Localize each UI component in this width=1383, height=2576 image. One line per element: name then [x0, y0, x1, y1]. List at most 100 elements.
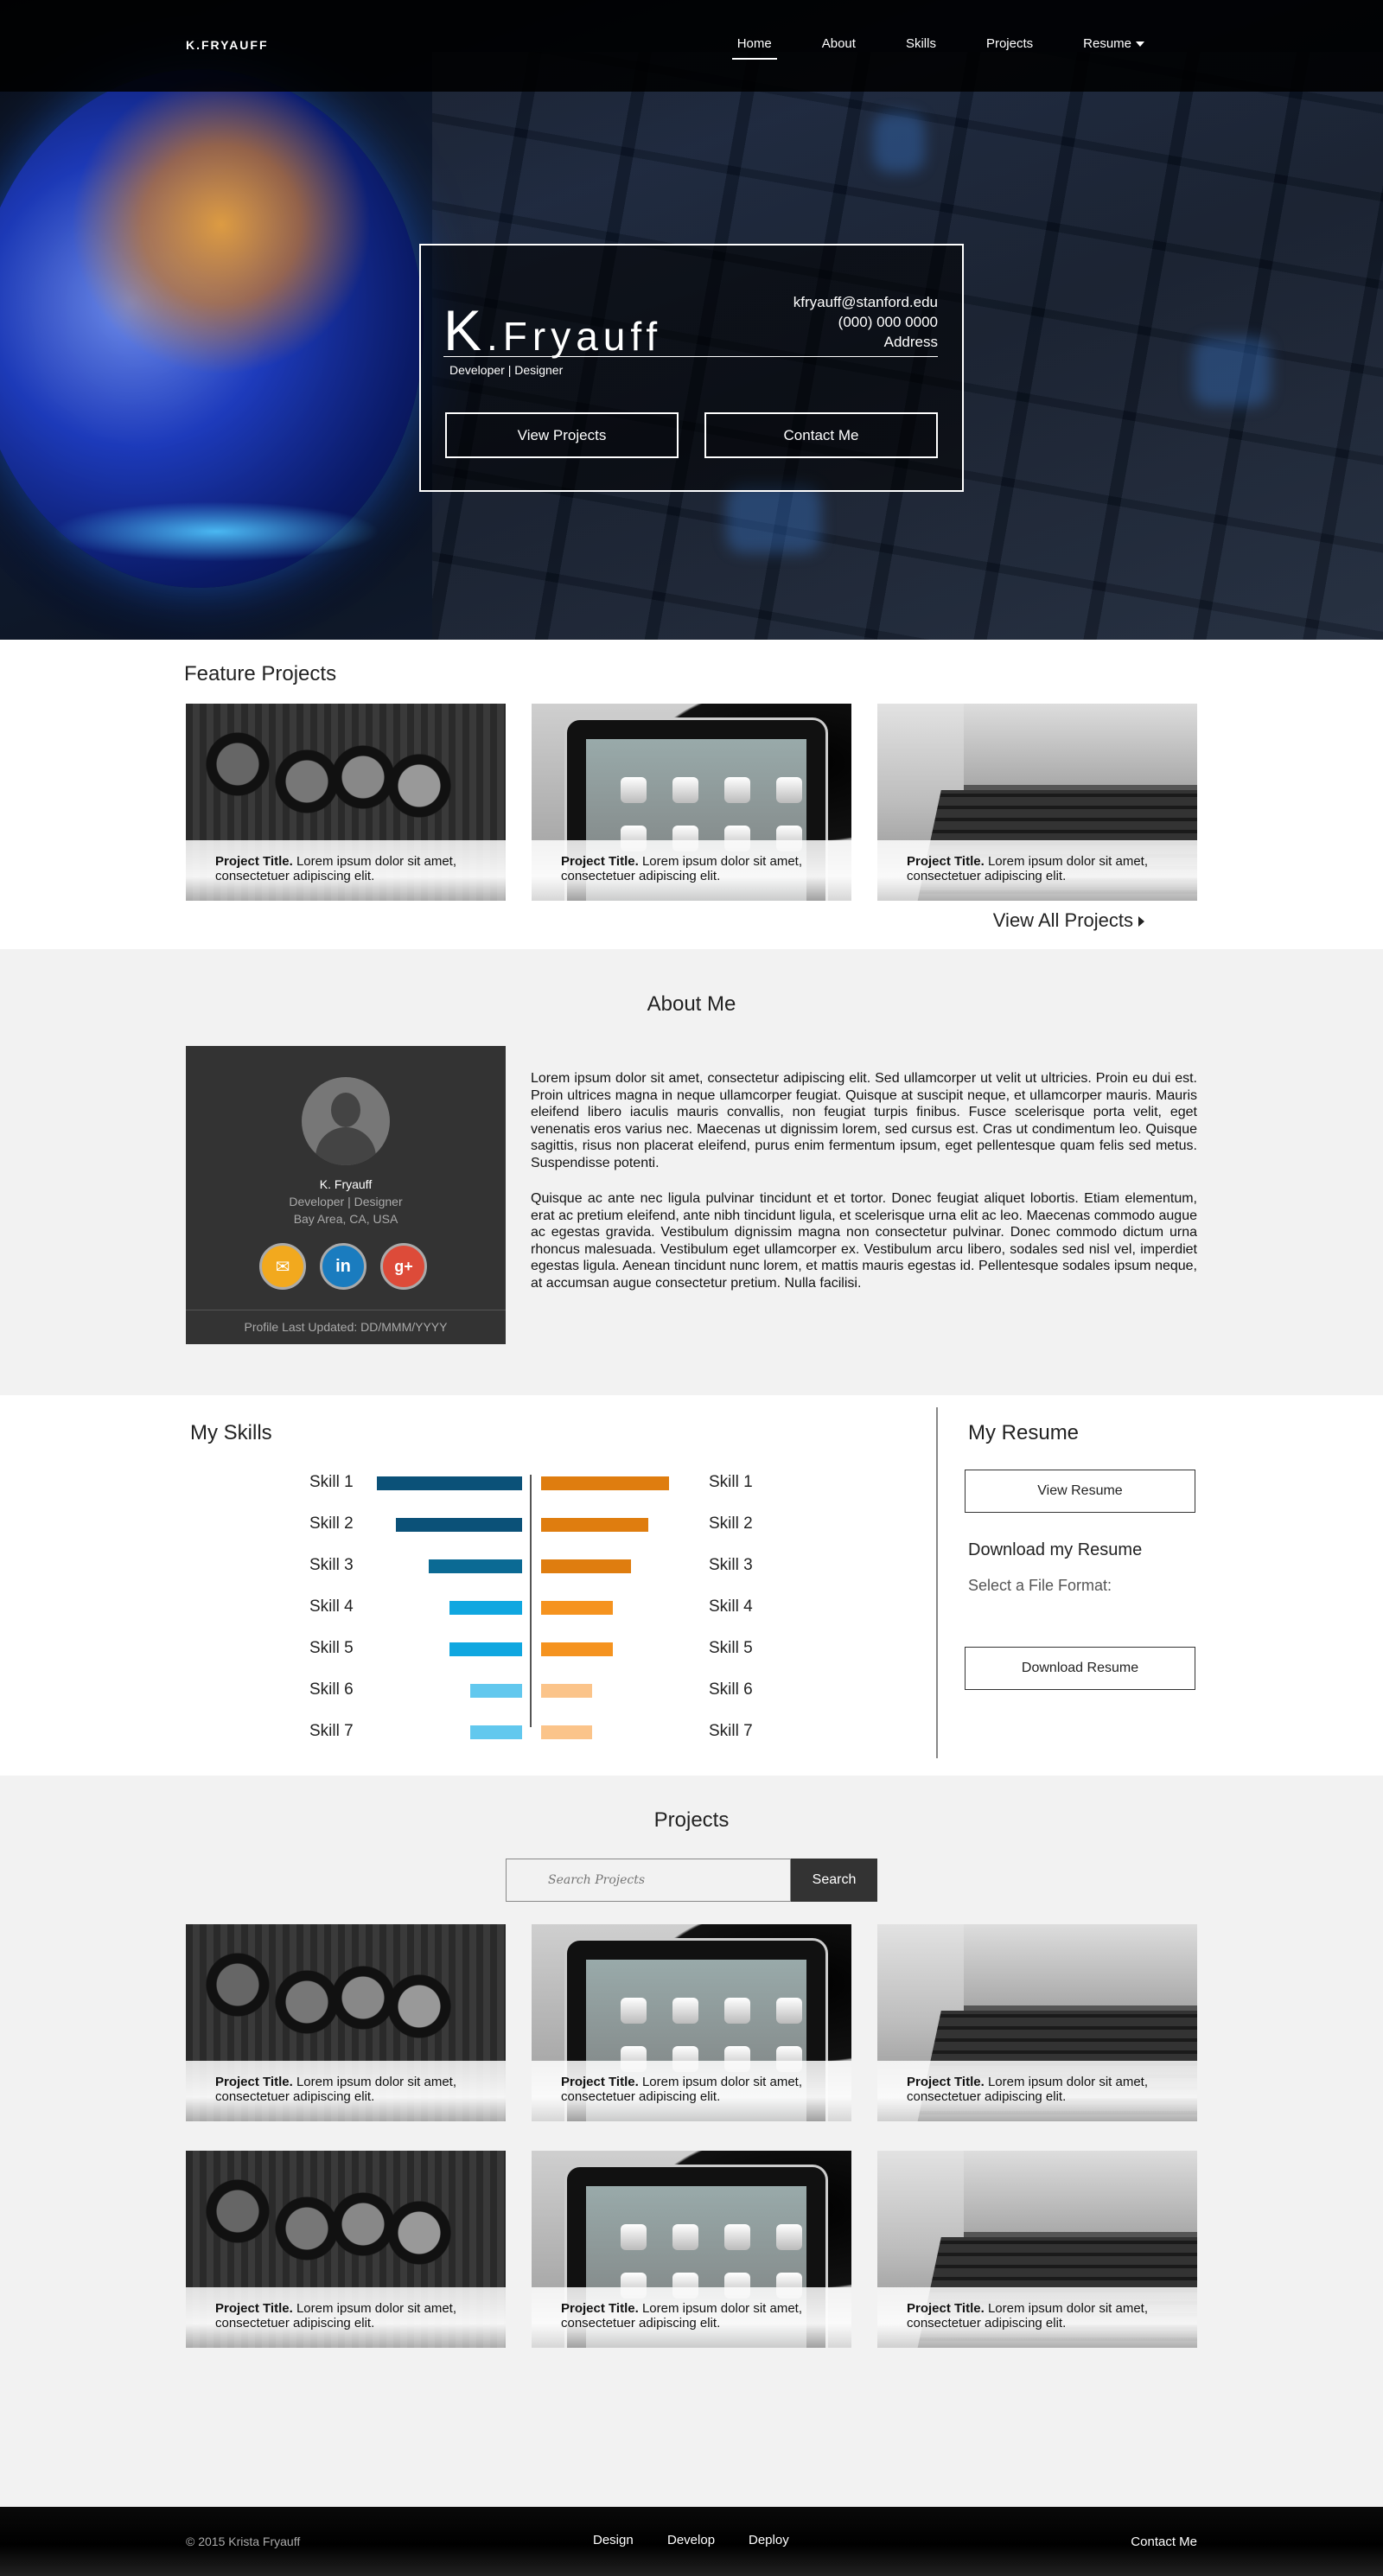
- skill-bar-left: [470, 1725, 522, 1739]
- profile-updated: Profile Last Updated: DD/MMM/YYYY: [186, 1310, 506, 1344]
- view-all-label: View All Projects: [992, 909, 1133, 931]
- skill-label-left: Skill 7: [309, 1722, 354, 1740]
- profile-role: Developer | Designer: [289, 1195, 403, 1208]
- skill-bar-left: [449, 1601, 522, 1615]
- brand-logo[interactable]: K.FRYAUFF: [186, 38, 269, 52]
- skill-label-right: Skill 1: [709, 1473, 753, 1491]
- hero-initial: K: [443, 298, 488, 362]
- google-plus-icon[interactable]: g+: [380, 1243, 427, 1290]
- skill-bar-right: [541, 1642, 613, 1656]
- nav-skills[interactable]: Skills: [906, 36, 936, 60]
- skill-bar-right: [541, 1559, 631, 1573]
- skill-bar-right: [541, 1725, 592, 1739]
- main-nav: Home About Skills Projects Resume: [687, 36, 1144, 60]
- skill-bar-left: [429, 1559, 522, 1573]
- card-caption: Project Title. Lorem ipsum dolor sit ame…: [907, 2301, 1149, 2331]
- hero-phone: (000) 000 0000: [838, 314, 938, 330]
- feature-card[interactable]: Project Title. Lorem ipsum dolor sit ame…: [877, 704, 1197, 901]
- linkedin-icon[interactable]: in: [320, 1243, 366, 1290]
- hero-card: K.Fryauff Developer | Designer kfryauff@…: [419, 244, 964, 492]
- footer-contact-me[interactable]: Contact Me: [1131, 2535, 1197, 2549]
- card-caption: Project Title. Lorem ipsum dolor sit ame…: [561, 854, 803, 883]
- footer: © 2015 Krista Fryauff Design Develop Dep…: [0, 2507, 1383, 2576]
- skill-label-left: Skill 2: [309, 1514, 354, 1533]
- copyright: © 2015 Krista Fryauff: [186, 2535, 301, 2548]
- hero-email[interactable]: kfryauff@stanford.edu: [793, 292, 938, 312]
- about-text: Lorem ipsum dolor sit amet, consectetur …: [531, 1070, 1197, 1310]
- file-format-label: Select a File Format:: [968, 1577, 1112, 1594]
- footer-link-design[interactable]: Design: [593, 2533, 634, 2547]
- project-card[interactable]: Project Title. Lorem ipsum dolor sit ame…: [532, 1924, 851, 2121]
- profile-card: K. Fryauff Developer | Designer Bay Area…: [186, 1046, 506, 1344]
- download-resume-button[interactable]: Download Resume: [965, 1647, 1195, 1690]
- skill-bar-left: [470, 1684, 522, 1698]
- top-navbar: K.FRYAUFF Home About Skills Projects Res…: [0, 0, 1383, 92]
- skill-bar-right: [541, 1518, 648, 1532]
- avatar: [302, 1077, 390, 1165]
- projects-section: Projects Search Project Title. Lorem ips…: [0, 1776, 1383, 2507]
- skill-bar-left: [449, 1642, 522, 1656]
- feature-card[interactable]: Project Title. Lorem ipsum dolor sit ame…: [532, 704, 851, 901]
- about-title: About Me: [647, 992, 736, 1016]
- project-card[interactable]: Project Title. Lorem ipsum dolor sit ame…: [186, 1924, 506, 2121]
- card-caption: Project Title. Lorem ipsum dolor sit ame…: [561, 2301, 803, 2331]
- nav-about[interactable]: About: [822, 36, 856, 60]
- arrow-right-icon: [1138, 916, 1144, 928]
- view-all-projects-link[interactable]: View All Projects: [993, 909, 1144, 932]
- about-paragraph: Quisque ac ante nec ligula pulvinar tinc…: [531, 1191, 1197, 1291]
- skill-label-left: Skill 3: [309, 1556, 354, 1574]
- skill-bar-left: [377, 1476, 522, 1490]
- skill-label-right: Skill 5: [709, 1639, 753, 1657]
- footer-link-develop[interactable]: Develop: [667, 2533, 715, 2547]
- skills-axis: [530, 1475, 532, 1727]
- skill-label-right: Skill 4: [709, 1597, 753, 1616]
- profile-name: K. Fryauff: [319, 1177, 373, 1191]
- skill-label-right: Skill 3: [709, 1556, 753, 1574]
- nav-projects[interactable]: Projects: [986, 36, 1033, 60]
- about-paragraph: Lorem ipsum dolor sit amet, consectetur …: [531, 1071, 1197, 1170]
- hero-contact: kfryauff@stanford.edu (000) 000 0000 Add…: [793, 292, 938, 352]
- skills-section: My Skills My Resume View Resume Download…: [0, 1395, 1383, 1776]
- hero-role: Developer | Designer: [449, 363, 564, 377]
- hero-divider: [443, 356, 938, 357]
- nav-home[interactable]: Home: [731, 36, 777, 60]
- download-resume-title: Download my Resume: [968, 1540, 1143, 1559]
- feature-projects-title: Feature Projects: [184, 662, 337, 685]
- skill-bar-left: [396, 1518, 522, 1532]
- skill-label-right: Skill 7: [709, 1722, 753, 1740]
- project-card[interactable]: Project Title. Lorem ipsum dolor sit ame…: [186, 2151, 506, 2348]
- card-caption: Project Title. Lorem ipsum dolor sit ame…: [561, 2075, 803, 2104]
- project-card[interactable]: Project Title. Lorem ipsum dolor sit ame…: [532, 2151, 851, 2348]
- card-caption: Project Title. Lorem ipsum dolor sit ame…: [215, 2301, 457, 2331]
- skill-label-left: Skill 5: [309, 1639, 354, 1657]
- resume-divider: [936, 1407, 938, 1758]
- resume-title: My Resume: [968, 1421, 1080, 1444]
- hero-name: K.Fryauff: [443, 297, 662, 363]
- email-icon[interactable]: ✉: [259, 1243, 306, 1290]
- skill-label-right: Skill 6: [709, 1680, 753, 1699]
- projects-title: Projects: [653, 1808, 730, 1832]
- contact-me-button[interactable]: Contact Me: [704, 412, 938, 458]
- caret-down-icon: [1136, 41, 1144, 48]
- card-caption: Project Title. Lorem ipsum dolor sit ame…: [907, 854, 1149, 883]
- skill-bar-right: [541, 1684, 592, 1698]
- skill-label-left: Skill 1: [309, 1473, 354, 1491]
- nav-resume[interactable]: Resume: [1083, 36, 1144, 60]
- skill-label-left: Skill 4: [309, 1597, 354, 1616]
- skill-label-right: Skill 2: [709, 1514, 753, 1533]
- project-card[interactable]: Project Title. Lorem ipsum dolor sit ame…: [877, 1924, 1197, 2121]
- skill-bar-right: [541, 1476, 669, 1490]
- card-caption: Project Title. Lorem ipsum dolor sit ame…: [215, 2075, 457, 2104]
- skill-label-left: Skill 6: [309, 1680, 354, 1699]
- hero-address: Address: [883, 334, 938, 350]
- view-resume-button[interactable]: View Resume: [965, 1470, 1195, 1513]
- feature-card[interactable]: Project Title. Lorem ipsum dolor sit ame…: [186, 704, 506, 901]
- search-input[interactable]: [506, 1859, 791, 1902]
- view-projects-button[interactable]: View Projects: [445, 412, 679, 458]
- footer-link-deploy[interactable]: Deploy: [749, 2533, 789, 2547]
- feature-projects-section: Feature Projects Project Title. Lorem ip…: [0, 640, 1383, 949]
- search-button[interactable]: Search: [791, 1859, 877, 1902]
- hero-section: K.FRYAUFF Home About Skills Projects Res…: [0, 0, 1383, 640]
- card-caption: Project Title. Lorem ipsum dolor sit ame…: [907, 2075, 1149, 2104]
- project-card[interactable]: Project Title. Lorem ipsum dolor sit ame…: [877, 2151, 1197, 2348]
